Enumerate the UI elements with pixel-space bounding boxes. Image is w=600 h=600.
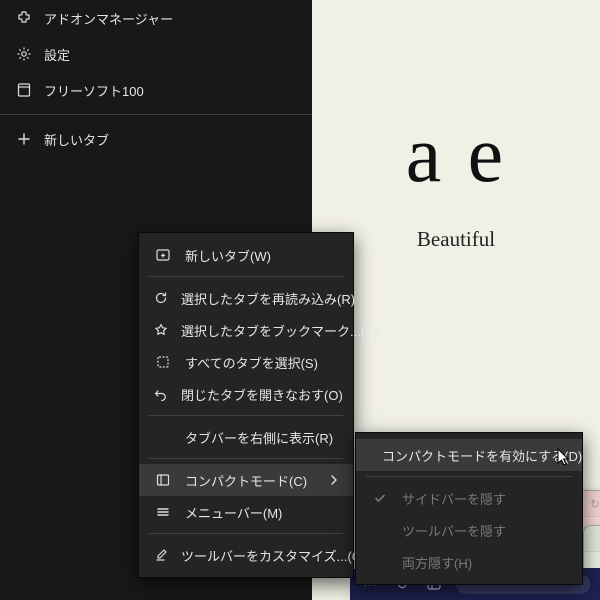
menu-customize-toolbar[interactable]: ツールバーをカスタマイズ...(C) [139,539,353,571]
menu-compact-mode[interactable]: コンパクトモード(C) [139,464,353,496]
menu-separator [149,415,343,416]
chevron-right-icon [329,475,339,485]
submenu-enable-compact[interactable]: コンパクトモードを有効にする(D) [356,439,582,471]
menu-item-label: 新しいタブ(W) [185,246,339,265]
menu-separator [366,476,572,477]
sidebar-item-label: 新しいタブ [44,130,109,149]
select-all-icon [153,354,173,370]
menu-menubar[interactable]: メニューバー(M) [139,496,353,528]
menu-item-label: 両方隠す(H) [402,553,568,572]
menu-item-label: 閉じたタブを開きなおす(O) [181,385,343,404]
sidebar-item-label: 設定 [44,45,70,64]
compact-mode-submenu: コンパクトモードを有効にする(D) サイドバーを隠す ツールバーを隠す 両方隠す… [355,432,583,585]
sidebar-item-label: アドオンマネージャー [44,9,173,28]
menu-item-label: ツールバーをカスタマイズ...(C) [181,546,366,565]
page-headline: a e [406,110,507,201]
reload-icon: ↻ [590,497,600,511]
check-icon [370,491,390,505]
plus-icon [16,131,32,147]
menu-separator [149,533,343,534]
menu-item-label: 選択したタブを再読み込み(R) [181,289,355,308]
page-tagline: Beautiful [417,227,495,252]
sidebar-item-label: フリーソフト100 [44,81,144,100]
star-icon [153,322,169,338]
layout-icon [153,472,173,488]
menu-select-all-tabs[interactable]: すべてのタブを選択(S) [139,346,353,378]
page-icon [16,82,32,98]
menu-item-label: 選択したタブをブックマーク...(T) [181,321,377,340]
puzzle-icon [16,10,32,26]
menu-reload-tab[interactable]: 選択したタブを再読み込み(R) [139,282,353,314]
sidebar-item-freesoft100[interactable]: フリーソフト100 [0,72,312,108]
menu-icon [153,504,173,520]
menu-separator [149,276,343,277]
menu-item-label: コンパクトモードを有効にする(D) [382,446,582,465]
menu-item-label: コンパクトモード(C) [185,471,317,490]
reload-icon [153,290,169,306]
menu-item-label: サイドバーを隠す [402,489,568,508]
menu-undo-close-tab[interactable]: 閉じたタブを開きなおす(O) [139,378,353,410]
sidebar-separator [0,114,312,115]
sidebar-item-settings[interactable]: 設定 [0,36,312,72]
menu-item-label: ツールバーを隠す [402,521,568,540]
sidebar-item-addon-manager[interactable]: アドオンマネージャー [0,0,312,36]
menu-tabbar-right[interactable]: タブバーを右側に表示(R) [139,421,353,453]
menu-separator [149,458,343,459]
submenu-hide-toolbar[interactable]: ツールバーを隠す [356,514,582,546]
gear-icon [16,46,32,62]
new-tab-icon [153,247,173,263]
tab-context-menu: 新しいタブ(W) 選択したタブを再読み込み(R) 選択したタブをブックマーク..… [138,232,354,578]
menu-new-tab[interactable]: 新しいタブ(W) [139,239,353,271]
brush-icon [153,547,169,563]
undo-icon [153,386,169,402]
menu-item-label: すべてのタブを選択(S) [185,353,339,372]
menu-item-label: タブバーを右側に表示(R) [185,428,339,447]
menu-bookmark-tab[interactable]: 選択したタブをブックマーク...(T) [139,314,353,346]
submenu-hide-both[interactable]: 両方隠す(H) [356,546,582,578]
submenu-hide-sidebar[interactable]: サイドバーを隠す [356,482,582,514]
menu-item-label: メニューバー(M) [185,503,339,522]
sidebar-new-tab[interactable]: 新しいタブ [0,121,312,157]
